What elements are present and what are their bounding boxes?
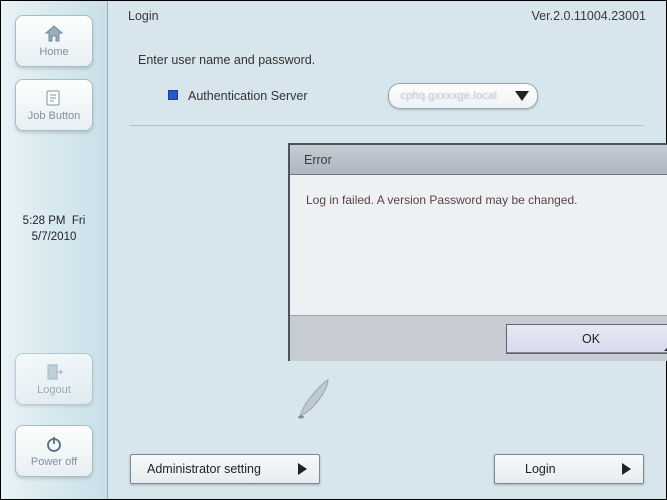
error-actions: OK [290,315,667,361]
screen-root: Home Job Button 5:28 PM Fri 5/7/2010 Log… [0,0,667,500]
datetime: 5:28 PM Fri 5/7/2010 [23,213,86,245]
job-icon [43,88,65,108]
bottom-bar: Administrator setting Login [108,449,666,489]
home-icon [43,24,65,44]
pointer-hand-icon [288,376,338,426]
poweroff-label: Power off [31,456,77,468]
auth-server-value: cphq.gxxxxge.local [401,90,498,102]
triangle-right-icon [622,463,631,475]
main-area: Login Ver.2.0.11004.23001 Enter user nam… [108,1,666,499]
ok-button[interactable]: OK [506,324,667,354]
login-button[interactable]: Login [494,454,644,484]
ok-label: OK [582,332,600,346]
logout-button[interactable]: Logout [15,353,93,405]
date-text: 5/7/2010 [23,229,86,245]
poweroff-button[interactable]: Power off [15,425,93,477]
logout-icon [43,362,65,382]
home-button[interactable]: Home [15,15,93,67]
sidebar: Home Job Button 5:28 PM Fri 5/7/2010 Log… [1,1,108,499]
triangle-right-icon [298,463,307,475]
login-button-label: Login [525,462,556,476]
error-message: Log in failed. A version Password may be… [290,175,667,315]
error-title: Error [290,145,667,175]
time-text: 5:28 PM [23,215,66,227]
chevron-down-icon [515,91,529,101]
home-label: Home [39,46,68,58]
day-text: Fri [72,215,85,227]
auth-server-label: Authentication Server [188,89,308,103]
bullet-icon [168,90,178,100]
admin-setting-button[interactable]: Administrator setting [130,454,320,484]
auth-server-row: Authentication Server cphq.gxxxxge.local [108,83,666,109]
error-dialog: Error Log in failed. A version Password … [288,143,667,361]
instruction-text: Enter user name and password. [108,31,666,83]
divider [130,125,644,127]
logout-label: Logout [37,384,71,396]
auth-server-dropdown[interactable]: cphq.gxxxxge.local [388,83,538,109]
admin-setting-label: Administrator setting [147,462,261,476]
power-icon [43,434,65,454]
job-button-label: Job Button [28,110,81,122]
job-button[interactable]: Job Button [15,79,93,131]
